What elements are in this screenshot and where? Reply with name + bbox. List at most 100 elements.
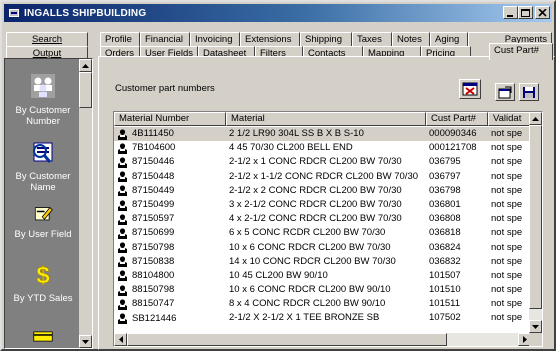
minimize-button[interactable] <box>503 6 518 19</box>
tab-taxes[interactable]: Taxes <box>352 32 392 46</box>
material-number-cell: 87150597 <box>114 212 226 226</box>
sidebar-item-credit[interactable] <box>5 331 81 348</box>
table-row[interactable]: 7B104600 4 45 70/30 CL200 BELL END 0001217… <box>114 141 531 155</box>
material-number-cell: 87150446 <box>114 155 226 169</box>
arrow-up-icon <box>532 116 539 121</box>
material-number-cell: 4B111450 <box>114 127 226 141</box>
maximize-button[interactable] <box>518 6 533 19</box>
tab-label: Notes <box>397 34 422 45</box>
pencil-card-icon <box>34 207 53 221</box>
table-row[interactable]: 87150448 2-1/2 x 1-1/2 CONC RDCR CL200 BW… <box>114 170 531 184</box>
arrow-left-icon <box>118 336 123 343</box>
arrow-right-icon <box>522 336 527 343</box>
material-number-cell: 7B104600 <box>114 141 226 155</box>
column-header-validate[interactable]: Validat <box>488 112 531 126</box>
part-icon <box>118 285 127 296</box>
close-button[interactable] <box>535 6 550 19</box>
material-number-text: 87150446 <box>132 156 175 168</box>
material-number-text: 88150747 <box>132 298 175 310</box>
sidebar-item-by-ytd-sales[interactable]: $ By YTD Sales <box>5 261 81 304</box>
validate-cell: not spe <box>491 255 523 267</box>
search-button-label: Search <box>31 34 63 45</box>
tab-profile[interactable]: Profile <box>100 32 140 46</box>
panel-label: Customer part numbers <box>115 83 215 94</box>
material-cell: 2-1/2 x 1 CONC RDCR CL200 BW 70/30 <box>229 156 402 168</box>
part-icon <box>118 242 127 254</box>
part-icon <box>118 214 127 225</box>
cust-part-cell: 036798 <box>429 184 461 196</box>
material-cell: 3 x 2-1/2 CONC RDCR CL200 BW 70/30 <box>229 198 402 210</box>
validate-cell: not spe <box>491 156 523 168</box>
sidebar-scrollbar[interactable] <box>79 59 92 348</box>
table-row[interactable]: 88150747 8 x 4 CONC RDCR CL200 BW 90/10 10… <box>114 297 531 311</box>
cust-part-cell: 000090346 <box>429 128 477 139</box>
column-header-material-number[interactable]: Material Number <box>114 112 226 126</box>
search-button[interactable]: Search <box>6 32 88 47</box>
table-row[interactable]: 87150597 4 x 2-1/2 CONC RDCR CL200 BW 70/… <box>114 212 531 226</box>
table-vertical-scrollbar[interactable] <box>529 112 542 333</box>
material-cell: 8 x 4 CONC RDCR CL200 BW 90/10 <box>229 298 386 310</box>
tab-financial[interactable]: Financial <box>140 32 190 46</box>
cust-part-cell: 036801 <box>429 198 461 210</box>
material-number-cell: 88104800 <box>114 269 226 283</box>
title-bar[interactable]: INGALLS SHIPBUILDING <box>4 4 552 22</box>
material-number-cell: 87150699 <box>114 226 226 240</box>
column-header-cust-part[interactable]: Cust Part# <box>426 112 488 126</box>
tab-extensions[interactable]: Extensions <box>240 32 300 46</box>
sidebar-item-by-user-field[interactable]: By User Field <box>5 203 81 240</box>
table-row[interactable]: 87150798 10 x 6 CONC RDCR CL200 BW 70/30 0… <box>114 241 531 255</box>
scroll-thumb[interactable] <box>79 72 92 108</box>
scroll-down-button[interactable] <box>79 335 92 348</box>
material-number-cell: 87150448 <box>114 170 226 184</box>
material-cell: 2-1/2 X 2-1/2 X 1 TEE BRONZE SB <box>229 312 380 324</box>
save-button[interactable] <box>519 83 539 101</box>
table-row[interactable]: 88150798 10 x 6 CONC RDCR CL200 BW 90/10 1… <box>114 283 531 297</box>
table-row[interactable]: SB121446 2-1/2 X 2-1/2 X 1 TEE BRONZE SB 1… <box>114 311 531 325</box>
table-row[interactable]: 87150838 14 x 10 CONC RDCR CL200 BW 70/30… <box>114 255 531 269</box>
tab-label: Invoicing <box>195 34 233 45</box>
sidebar-item-by-customer-number[interactable]: By Customer Number <box>5 73 81 127</box>
cust-part-cell: 036797 <box>429 170 461 182</box>
scroll-up-button[interactable] <box>79 59 92 72</box>
material-number-cell: SB121446 <box>114 311 226 325</box>
tab-cust-part[interactable]: Cust Part# <box>489 43 553 60</box>
delete-button[interactable] <box>459 79 481 99</box>
table-row[interactable]: 87150449 2-1/2 x 2 CONC RDCR CL200 BW 70/… <box>114 184 531 198</box>
table-scroll-left-button[interactable] <box>114 333 127 346</box>
scroll-corner <box>529 333 542 346</box>
table-scroll-down-button[interactable] <box>529 320 542 333</box>
material-number-text: 7B104600 <box>132 142 176 154</box>
tab-aging[interactable]: Aging <box>430 32 468 46</box>
part-icon <box>118 143 127 154</box>
table-scroll-thumb[interactable] <box>529 125 542 309</box>
tab-notes[interactable]: Notes <box>392 32 430 46</box>
cust-part-cell: 036795 <box>429 156 461 168</box>
part-icon <box>118 185 127 197</box>
tab-shipping[interactable]: Shipping <box>300 32 352 46</box>
cust-part-table[interactable]: Material Number Material Cust Part# Vali… <box>113 111 543 347</box>
part-icon <box>118 256 127 268</box>
table-scroll-up-button[interactable] <box>529 112 542 125</box>
tab-label: Profile <box>105 34 132 45</box>
tab-invoicing[interactable]: Invoicing <box>190 32 240 46</box>
column-header-material[interactable]: Material <box>226 112 426 126</box>
table-horizontal-scrollbar[interactable] <box>114 333 531 346</box>
part-icon <box>118 171 127 183</box>
sidebar-item-by-customer-name[interactable]: By Customer Name <box>5 139 81 193</box>
table-row[interactable]: 87150499 3 x 2-1/2 CONC RDCR CL200 BW 70/… <box>114 198 531 212</box>
material-number-text: 87150838 <box>132 255 175 267</box>
cust-part-cell: 036832 <box>429 255 461 267</box>
table-row[interactable]: 88104800 10 45 CL200 BW 90/10 101507 not sp… <box>114 269 531 283</box>
table-row[interactable]: 87150446 2-1/2 x 1 CONC RDCR CL200 BW 70/… <box>114 155 531 169</box>
users-icon <box>31 74 55 98</box>
table-row[interactable]: 4B111450 2 1/2 LR90 304L SS B X B S-10 000… <box>114 127 531 142</box>
material-number-cell: 87150449 <box>114 184 226 198</box>
properties-button[interactable] <box>495 83 515 101</box>
table-row[interactable]: 87150699 6 x 5 CONC RCDR CL200 BW 70/30 03… <box>114 226 531 240</box>
maximize-icon <box>521 8 530 17</box>
save-disk-icon <box>523 86 535 98</box>
part-icon <box>118 228 127 239</box>
table-hscroll-thumb[interactable] <box>127 333 447 346</box>
material-number-text: 87150597 <box>132 213 175 225</box>
app-icon <box>8 8 20 18</box>
